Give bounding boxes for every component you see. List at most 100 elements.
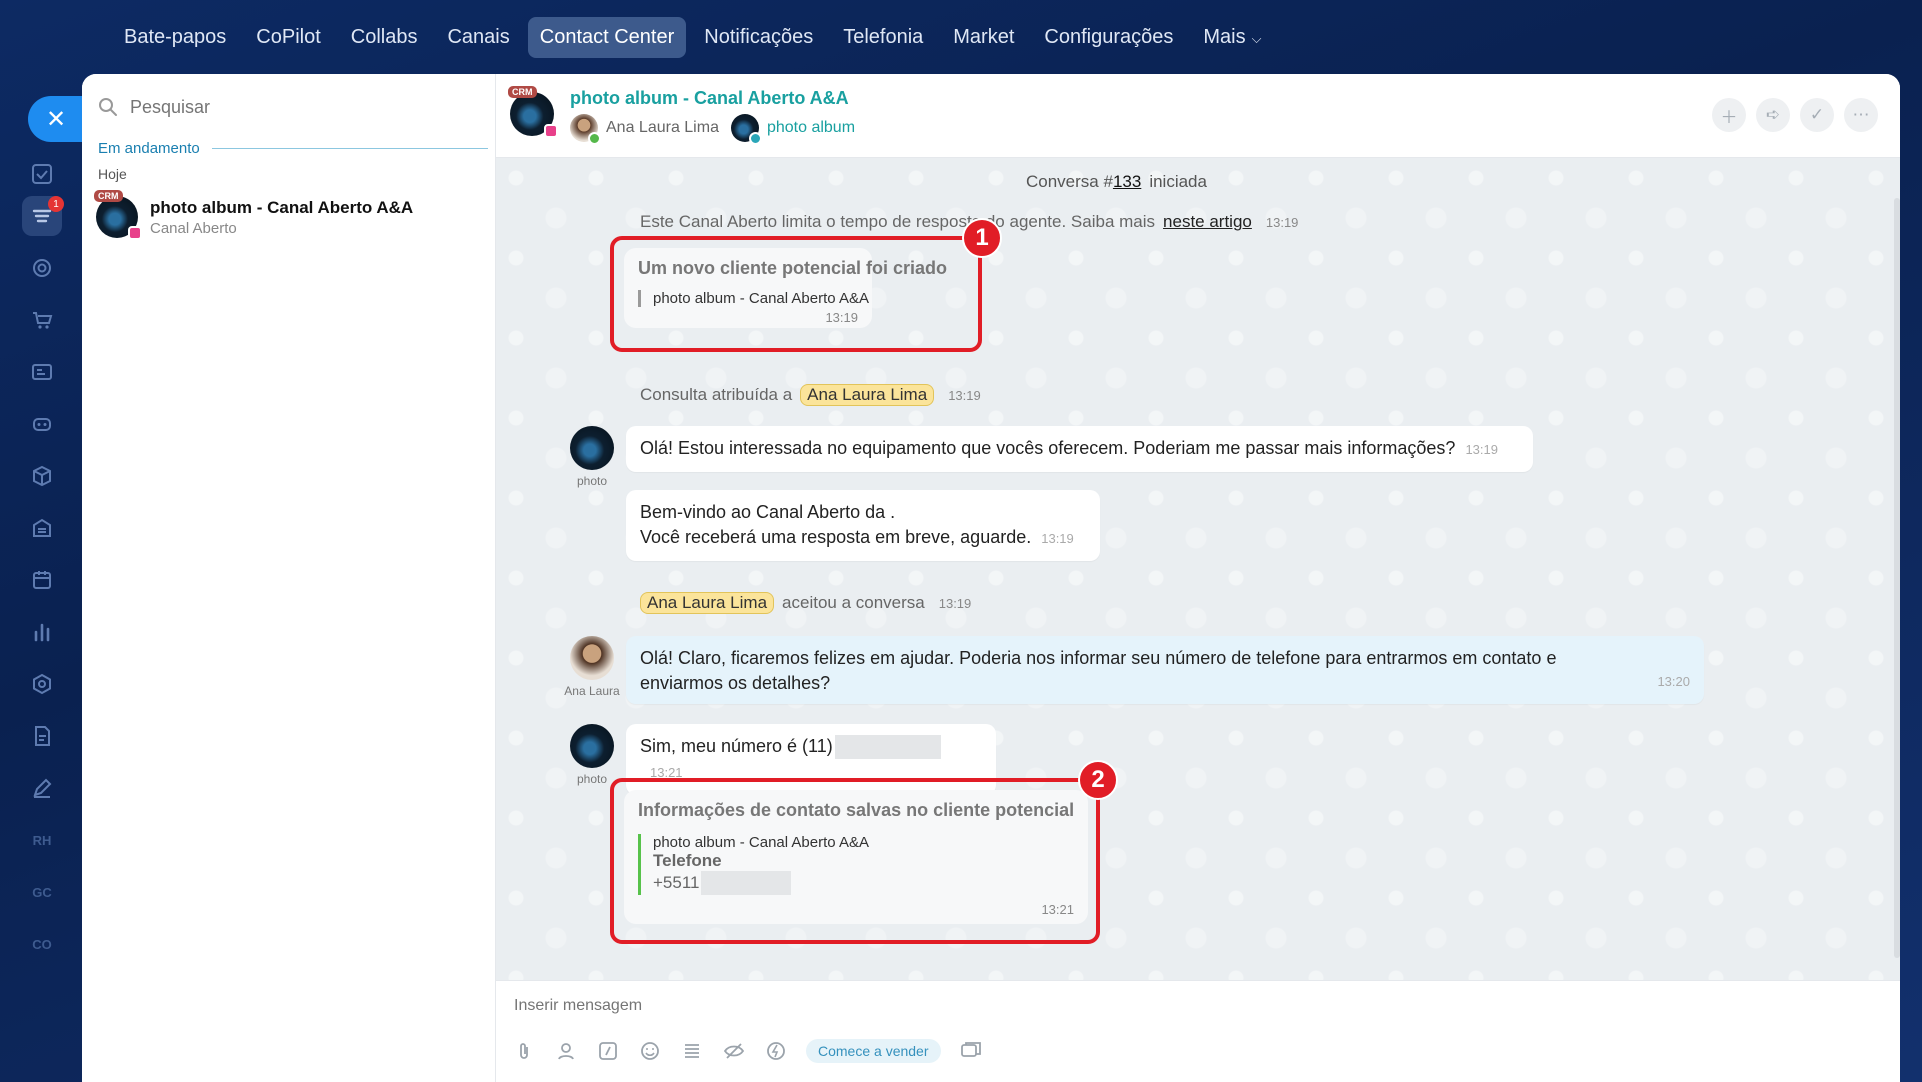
cart-icon[interactable] (22, 300, 62, 340)
nav-mais[interactable]: Mais ⌵ (1191, 17, 1273, 58)
participant-user-name[interactable]: Ana Laura Lima (606, 119, 719, 137)
chat-list-sidebar: Em andamento Hoje CRM photo album - Cana… (82, 74, 496, 1082)
nav-telefonia[interactable]: Telefonia (831, 17, 935, 58)
contact-center-icon[interactable]: 1 (22, 196, 64, 236)
assigned-notice: Consulta atribuída a Ana Laura Lima 13:1… (640, 384, 981, 406)
participant-channel-name[interactable]: photo album (767, 119, 855, 137)
box-icon[interactable] (22, 456, 62, 496)
search-icon (99, 98, 117, 116)
nav-mais-label: Mais (1203, 25, 1246, 48)
message-text: Olá! Claro, ficaremos felizes em ajudar.… (640, 648, 1557, 693)
add-icon[interactable]: ＋ (1712, 98, 1746, 132)
robot-icon[interactable] (22, 404, 62, 444)
channel-icon (748, 132, 762, 145)
rail-item-rh[interactable]: RH (22, 820, 62, 860)
rail-item-gc[interactable]: GC (22, 872, 62, 912)
operator-sender-name: Ana Laura (564, 684, 620, 698)
message-list[interactable]: Conversa #133 iniciada Este Canal Aberto… (496, 158, 1900, 980)
header-actions: ＋ ➪ ✓ ⋯ (1712, 98, 1878, 132)
chat-participants: Ana Laura Lima photo album (570, 114, 855, 145)
limit-notice-time: 13:19 (1265, 214, 1299, 230)
quick-icon[interactable] (764, 1039, 788, 1063)
nav-canais[interactable]: Canais (435, 17, 521, 58)
message-input[interactable] (514, 993, 1814, 1019)
document-sign-icon[interactable] (22, 716, 62, 756)
chat-title[interactable]: photo album - Canal Aberto A&A (570, 88, 849, 109)
welcome-line-1: Bem-vindo ao Canal Aberto da . (640, 502, 896, 522)
nav-bate-papos[interactable]: Bate-papos (112, 17, 238, 58)
settings-hex-icon[interactable] (22, 664, 62, 704)
scrollbar[interactable] (1894, 198, 1900, 958)
crm-tag: CRM (508, 86, 537, 98)
accepted-notice: Ana Laura Lima aceitou a conversa 13:19 (640, 592, 971, 614)
client-message[interactable]: Olá! Estou interessada no equipamento qu… (626, 426, 1533, 472)
assigned-text: Consulta atribuída a (640, 385, 793, 404)
chat-header: CRM photo album - Canal Aberto A&A Ana L… (496, 74, 1900, 158)
assigned-time: 13:19 (948, 387, 981, 403)
hidden-icon[interactable] (722, 1039, 746, 1063)
client-sender[interactable]: photo (562, 724, 622, 786)
composer-toolbar: Comece a vender (512, 1039, 983, 1063)
left-rail: ✕ 1 RH GC CO (0, 74, 84, 1082)
client-sender-name: photo (576, 474, 608, 488)
section-header: Em andamento (98, 140, 488, 157)
welcome-message[interactable]: Bem-vindo ao Canal Aberto da . Você rece… (626, 490, 1100, 561)
pen-icon[interactable] (22, 768, 62, 808)
operator-message[interactable]: Olá! Claro, ficaremos felizes em ajudar.… (626, 636, 1704, 704)
nav-configuracoes[interactable]: Configurações (1032, 17, 1185, 58)
emoji-icon[interactable] (638, 1039, 662, 1063)
contact-icon[interactable] (554, 1039, 578, 1063)
more-icon[interactable]: ⋯ (1844, 98, 1878, 132)
id-card-icon[interactable] (22, 352, 62, 392)
section-divider (211, 148, 488, 149)
calendar-icon[interactable] (22, 560, 62, 600)
channel-avatar[interactable] (730, 114, 762, 145)
accepted-user[interactable]: Ana Laura Lima (640, 592, 775, 614)
limit-notice-text: Este Canal Aberto limita o tempo de resp… (640, 212, 1156, 231)
message-time: 13:19 (1041, 531, 1074, 546)
client-sender[interactable]: photo (562, 426, 622, 488)
operator-sender[interactable]: Ana Laura (562, 636, 622, 698)
nav-collabs[interactable]: Collabs (339, 17, 430, 58)
header-avatar[interactable]: CRM (508, 86, 558, 138)
nav-copilot[interactable]: CoPilot (244, 17, 332, 58)
conversation-started: Conversa #133 iniciada (1026, 172, 1207, 192)
top-navigation: Bate-papos CoPilot Collabs Canais Contac… (0, 0, 1922, 74)
search-input[interactable] (130, 96, 430, 118)
attach-icon[interactable] (512, 1039, 536, 1063)
chart-icon[interactable] (22, 612, 62, 652)
operator-avatar (570, 636, 614, 680)
nav-market[interactable]: Market (941, 17, 1026, 58)
chevron-down-icon: ⌵ (1251, 30, 1262, 46)
chat-avatar: CRM (94, 190, 142, 240)
nav-contact-center[interactable]: Contact Center (527, 16, 687, 58)
accepted-text: aceitou a conversa (782, 593, 925, 612)
target-icon[interactable] (22, 248, 62, 288)
conversation-prefix: Conversa # (1026, 172, 1113, 191)
command-icon[interactable] (596, 1039, 620, 1063)
chat-list-item[interactable]: CRM photo album - Canal Aberto A&A Canal… (94, 190, 486, 244)
nav-notificacoes[interactable]: Notificações (692, 17, 825, 58)
building-icon[interactable] (22, 508, 62, 548)
assigned-user[interactable]: Ana Laura Lima (800, 384, 935, 406)
conversation-number-link[interactable]: 133 (1113, 172, 1141, 191)
template-icon[interactable] (680, 1039, 704, 1063)
crm-tag: CRM (94, 190, 123, 202)
user-avatar[interactable] (570, 114, 601, 145)
notification-badge: 1 (48, 196, 64, 212)
close-panel-button[interactable]: ✕ (28, 96, 84, 142)
section-title: Em andamento (98, 140, 200, 157)
client-avatar (570, 724, 614, 768)
article-link[interactable]: neste artigo (1163, 212, 1252, 232)
search-bar (98, 92, 478, 122)
chat-item-subtitle: Canal Aberto (150, 219, 237, 237)
copy-icon[interactable] (959, 1039, 983, 1063)
tasks-icon[interactable] (22, 154, 62, 194)
chat-item-title: photo album - Canal Aberto A&A (150, 197, 414, 217)
message-time: 13:20 (1657, 674, 1690, 689)
rail-item-co[interactable]: CO (22, 924, 62, 964)
forward-icon[interactable]: ➪ (1756, 98, 1790, 132)
callout-number-2: 2 (1078, 760, 1118, 800)
check-circle-icon[interactable]: ✓ (1800, 98, 1834, 132)
start-selling-button[interactable]: Comece a vender (806, 1039, 941, 1063)
